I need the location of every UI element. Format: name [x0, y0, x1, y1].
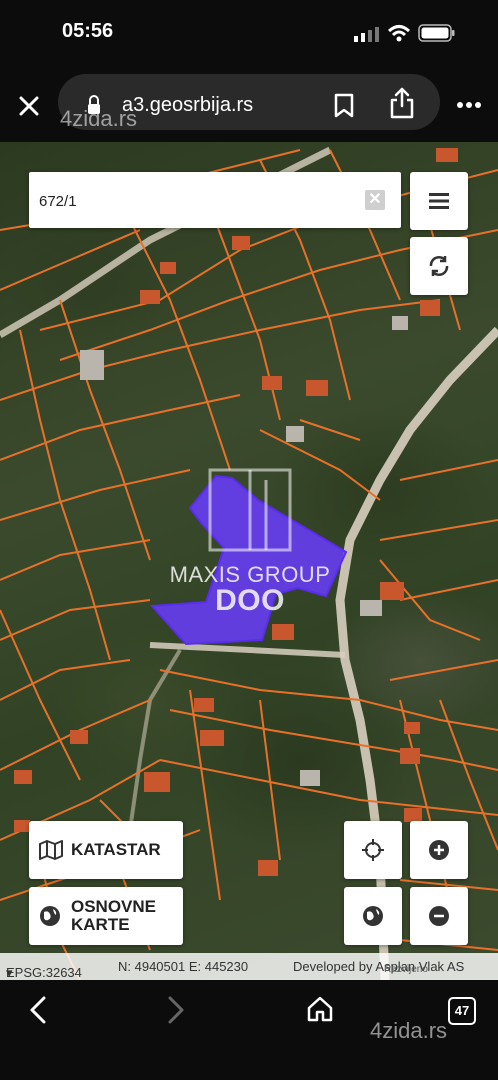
crs-label: EPSG:32634: [6, 965, 82, 980]
basemaps-label: OSNOVNE KARTE: [71, 898, 156, 934]
locate-button[interactable]: [344, 821, 402, 879]
developer-credit[interactable]: Developed by Asplan Vlak AS: [293, 959, 464, 974]
chevron-down-icon: ▾: [6, 965, 13, 980]
forward-icon[interactable]: [166, 995, 186, 1025]
road: [128, 648, 182, 831]
home-icon[interactable]: [306, 995, 334, 1023]
parcel-search: ✕: [29, 172, 401, 230]
layers-globe-button[interactable]: [344, 887, 402, 945]
zoom-in-button[interactable]: [410, 821, 468, 879]
site-watermark-top: 4zida.rs: [60, 106, 138, 131]
plus-circle-icon: [429, 840, 449, 860]
katastar-label: KATASTAR: [71, 840, 161, 859]
bookmark-icon[interactable]: [333, 93, 355, 119]
katastar-button[interactable]: KATASTAR: [29, 821, 183, 879]
close-icon[interactable]: [18, 95, 40, 117]
basemaps-button[interactable]: OSNOVNE KARTE: [29, 887, 183, 945]
minus-circle-icon: [429, 906, 449, 926]
developer-credit-sub: Razvijeno: [384, 964, 428, 975]
url-text[interactable]: a3.geosrbija.rs: [122, 94, 253, 117]
more-options-icon[interactable]: [456, 101, 482, 109]
status-time: 05:56: [62, 20, 114, 42]
world-icon: [363, 906, 383, 926]
parcel-search-input[interactable]: [37, 172, 351, 230]
map-info-bar: EPSG:32634 ▾ N: 4940501 E: 445230 Develo…: [0, 953, 498, 980]
brand-watermark: MAXIS GROUP DOO: [160, 562, 340, 618]
crosshair-icon: [362, 839, 384, 861]
hamburger-icon: [429, 193, 449, 209]
zoom-out-button[interactable]: [410, 887, 468, 945]
tab-count-button[interactable]: 47: [448, 997, 476, 1025]
coordinates-readout: N: 4940501 E: 445230: [118, 959, 249, 974]
refresh-icon: [429, 256, 449, 276]
status-bar: 05:56: [0, 0, 498, 62]
globe-icon: [40, 906, 60, 926]
site-watermark-bottom: 4zida.rs: [370, 1018, 448, 1043]
back-icon[interactable]: [28, 995, 48, 1025]
brand-watermark-line2: DOO: [215, 584, 285, 617]
clear-search-button[interactable]: ✕: [365, 190, 385, 210]
map-icon: [39, 840, 63, 860]
wifi-icon: [387, 25, 411, 42]
cellular-signal-icon: [354, 27, 379, 42]
basemaps-label-line1: OSNOVNE: [71, 897, 157, 916]
refresh-button[interactable]: [410, 237, 468, 295]
battery-icon: [418, 24, 455, 42]
menu-button[interactable]: [410, 172, 468, 230]
basemaps-label-line2: KARTE: [71, 915, 130, 934]
share-icon[interactable]: [389, 86, 415, 120]
